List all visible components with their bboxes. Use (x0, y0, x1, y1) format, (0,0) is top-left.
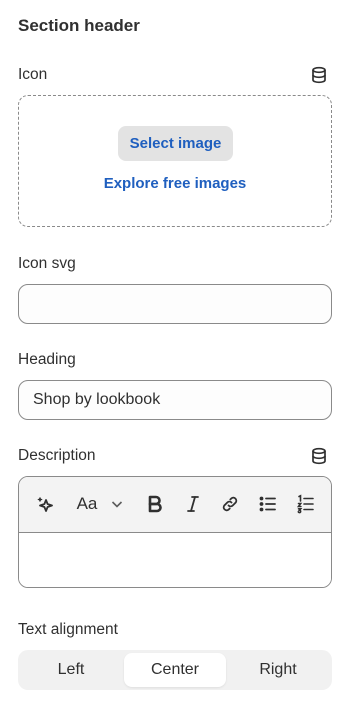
image-dropzone[interactable]: Select image Explore free images (18, 95, 332, 227)
heading-label: Heading (18, 351, 76, 368)
font-size-icon[interactable]: Aa (75, 492, 99, 516)
heading-input[interactable]: Shop by lookbook (18, 380, 332, 420)
editor-toolbar: Aa (19, 477, 331, 533)
numbered-list-icon[interactable] (295, 492, 317, 516)
chevron-down-icon[interactable] (109, 492, 125, 516)
italic-icon[interactable] (183, 492, 203, 516)
align-center-option[interactable]: Center (124, 653, 226, 687)
database-icon[interactable] (310, 66, 328, 84)
select-image-button[interactable]: Select image (118, 126, 233, 161)
alignment-segmented-control: Left Center Right (18, 650, 332, 690)
icon-svg-input[interactable] (18, 284, 332, 324)
align-right-option[interactable]: Right (228, 653, 328, 687)
bulleted-list-icon[interactable] (257, 492, 279, 516)
rich-text-editor: Aa (18, 476, 332, 588)
section-title: Section header (18, 16, 140, 35)
icon-label: Icon (18, 66, 48, 83)
explore-free-images-link[interactable]: Explore free images (19, 175, 331, 192)
text-alignment-label: Text alignment (18, 621, 118, 638)
link-icon[interactable] (219, 492, 241, 516)
description-label: Description (18, 447, 96, 464)
database-icon[interactable] (310, 447, 328, 465)
icon-svg-label: Icon svg (18, 255, 76, 272)
align-left-option[interactable]: Left (21, 653, 121, 687)
bold-icon[interactable] (145, 492, 165, 516)
editor-content-area[interactable] (19, 533, 331, 587)
magic-icon[interactable] (35, 492, 57, 516)
